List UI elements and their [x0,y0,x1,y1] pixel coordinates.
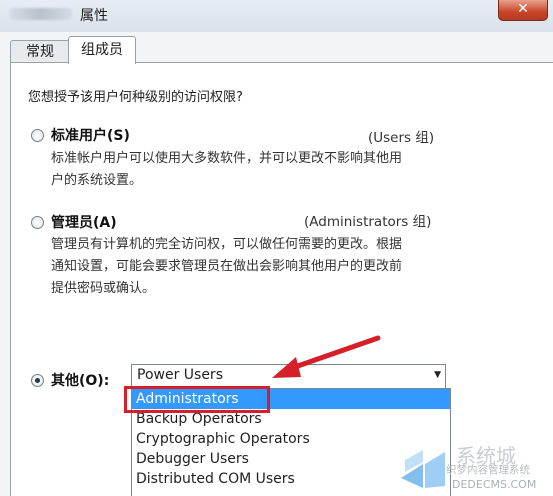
watermark-subtitle: 织梦内容管理系统 [446,464,530,476]
watermark-domain: DEDECMS.COM [452,478,537,491]
annotation-arrow-icon [272,335,381,378]
tab-group-membership[interactable]: 组成员 [68,36,136,64]
